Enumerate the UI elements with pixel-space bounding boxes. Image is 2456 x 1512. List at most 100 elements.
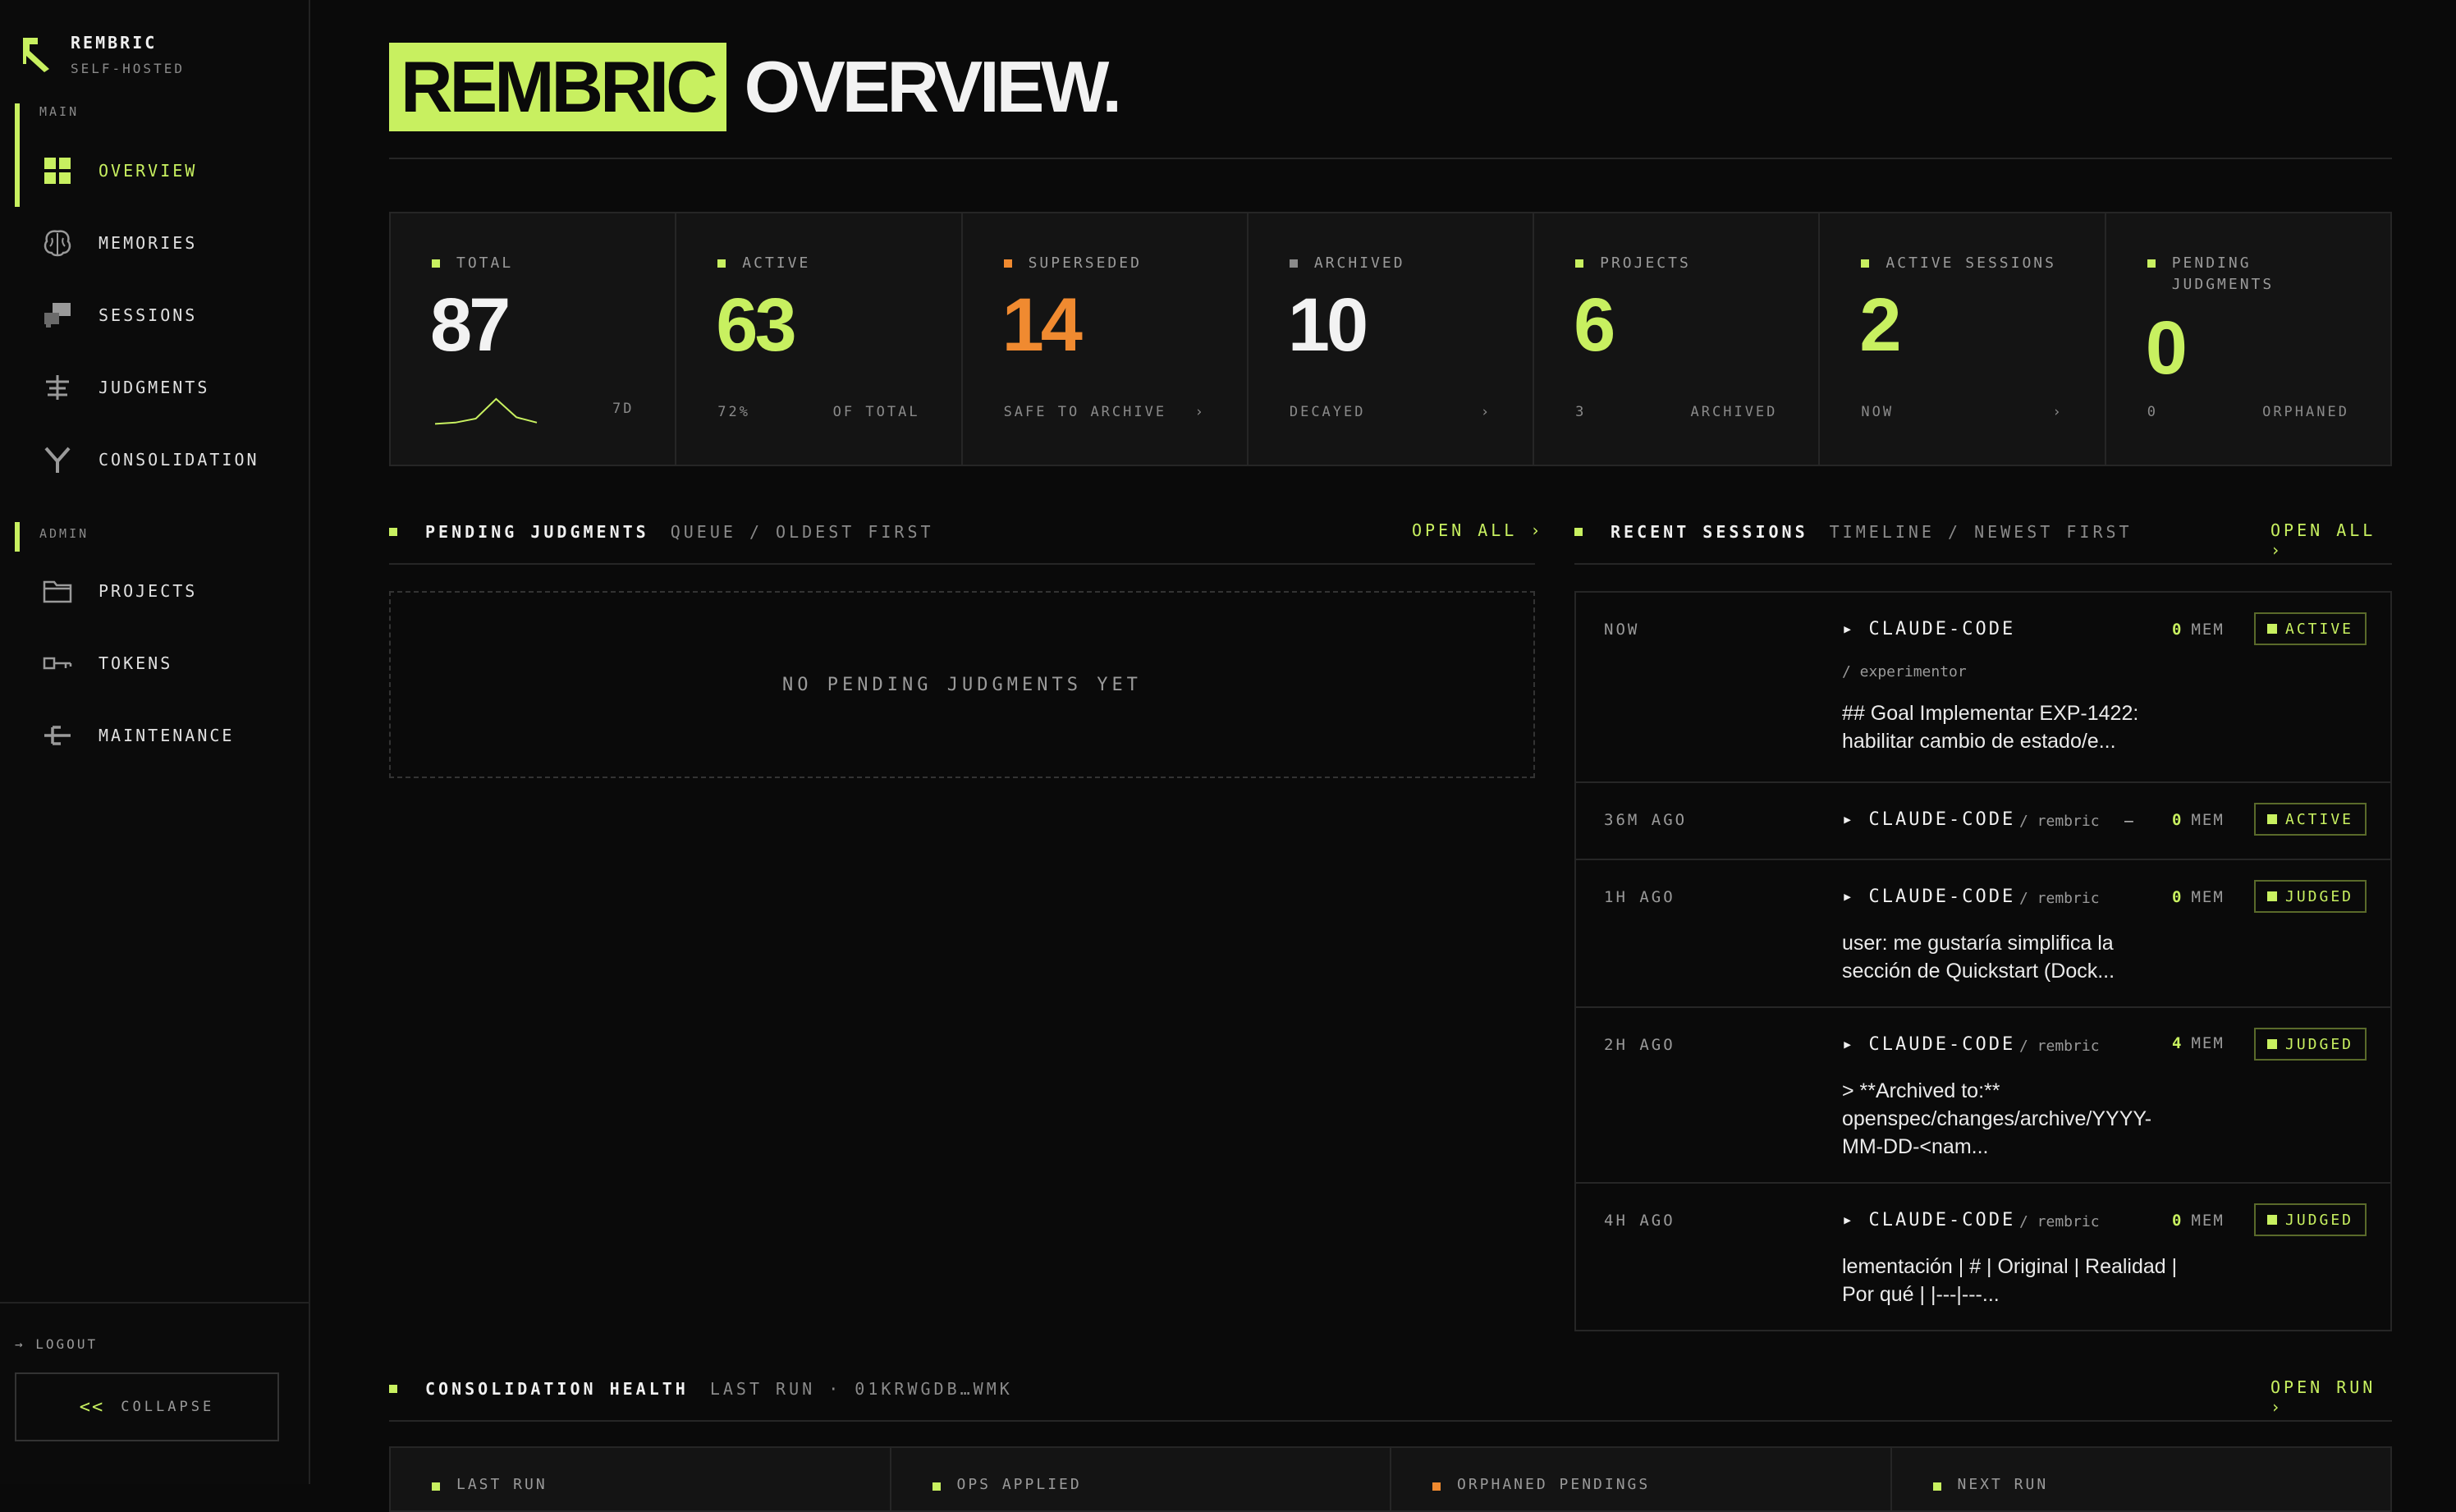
stat-card-total[interactable]: TOTAL 87 7D: [391, 213, 677, 465]
pending-judgments-header: PENDING JUDGMENTS QUEUE / OLDEST FIRST: [389, 522, 934, 542]
section-subtitle: QUEUE / OLDEST FIRST: [670, 522, 934, 542]
status-dot: [1003, 259, 1012, 268]
sidebar-item-sessions[interactable]: SESSIONS: [16, 289, 296, 341]
logout-link[interactable]: → LOGOUT: [15, 1336, 98, 1352]
rembric-logo-icon: [23, 38, 49, 72]
stat-card-active-sessions[interactable]: ACTIVE SESSIONS 2 NOW ›: [1820, 213, 2106, 465]
open-run-link[interactable]: OPEN RUN ›: [2270, 1377, 2392, 1417]
sidebar-item-label: SESSIONS: [99, 305, 198, 325]
pending-judgments-empty: NO PENDING JUDGMENTS YET: [389, 591, 1535, 778]
stat-value: 6: [1574, 283, 1615, 367]
card-orphaned-pendings[interactable]: ORPHANED PENDINGS: [1391, 1448, 1892, 1510]
sidebar-item-consolidation[interactable]: CONSOLIDATION: [16, 433, 296, 486]
divider: [389, 158, 2392, 159]
card-next-run[interactable]: NEXT RUN: [1892, 1448, 2391, 1510]
card-label: ORPHANED PENDINGS: [1457, 1476, 1651, 1493]
section-marker: [389, 528, 397, 536]
section-title: PENDING JUDGMENTS: [425, 522, 649, 542]
session-time: 2H AGO: [1604, 1036, 1675, 1054]
stat-card-projects[interactable]: PROJECTS 6 3 ARCHIVED: [1534, 213, 1821, 465]
collapse-label: COLLAPSE: [121, 1399, 215, 1415]
page-title: REMBRIC OVERVIEW.: [389, 43, 1122, 131]
stat-label: SUPERSEDED: [1028, 254, 1142, 272]
card-label: NEXT RUN: [1957, 1476, 2049, 1493]
chevron-right-icon: ›: [2052, 404, 2064, 420]
stat-foot-left: 3: [1575, 404, 1587, 420]
chevron-right-icon: ›: [1480, 404, 1492, 420]
consolidation-cards: LAST RUN OPS APPLIED ORPHANED PENDINGS N…: [389, 1446, 2392, 1512]
sidebar-item-judgments[interactable]: JUDGMENTS: [16, 361, 296, 414]
grid-icon: [41, 154, 74, 187]
status-badge: JUDGED: [2254, 1203, 2367, 1236]
open-all-judgments-link[interactable]: OPEN ALL ›: [1412, 520, 1543, 540]
stat-card-active[interactable]: ACTIVE 63 72% OF TOTAL: [676, 213, 963, 465]
sidebar-item-maintenance[interactable]: MAINTENANCE: [16, 709, 296, 762]
scales-icon: [41, 371, 74, 404]
session-row[interactable]: 36M AGO ▸ CLAUDE-CODE / rembric — 0 MEM A…: [1576, 783, 2390, 860]
status-dot: [1289, 259, 1298, 268]
stat-label: PROJECTS: [1600, 254, 1691, 272]
session-row[interactable]: NOW ▸ CLAUDE-CODE / experimentor 0 MEM AC…: [1576, 593, 2390, 783]
status-dot: [432, 259, 440, 268]
stat-foot-left: NOW: [1861, 404, 1895, 420]
recent-sessions-list: NOW ▸ CLAUDE-CODE / experimentor 0 MEM AC…: [1574, 591, 2392, 1331]
card-label: OPS APPLIED: [956, 1476, 1082, 1493]
stat-value: 63: [716, 283, 796, 367]
sidebar-item-projects[interactable]: PROJECTS: [16, 565, 296, 617]
sidebar-item-label: CONSOLIDATION: [99, 450, 259, 470]
status-dot: [1575, 259, 1584, 268]
sidebar: REMBRIC SELF-HOSTED MAIN OVERVIEW MEMORI…: [0, 0, 310, 1484]
session-row[interactable]: 2H AGO ▸ CLAUDE-CODE / rembric 4 MEM JUDG…: [1576, 1008, 2390, 1184]
session-project: / rembric: [2019, 890, 2100, 907]
stat-foot-left: DECAYED: [1289, 404, 1366, 420]
collapse-button[interactable]: << COLLAPSE: [15, 1372, 279, 1441]
card-ops-applied[interactable]: OPS APPLIED: [891, 1448, 1391, 1510]
section-subtitle: LAST RUN · 01KRWGDB…WMK: [709, 1379, 1013, 1399]
session-project: / experimentor: [1842, 663, 1967, 680]
consolidation-health-header: CONSOLIDATION HEALTH LAST RUN · 01KRWGDB…: [389, 1379, 1013, 1399]
stat-value: 10: [1287, 283, 1368, 367]
session-mem-count: 0 MEM: [2172, 1212, 2225, 1230]
status-badge: JUDGED: [2254, 880, 2367, 913]
stat-value: 2: [1859, 283, 1901, 367]
brand-subtitle: SELF-HOSTED: [71, 61, 185, 76]
section-subtitle: TIMELINE / NEWEST FIRST: [1829, 522, 2133, 542]
stat-value: 0: [2145, 306, 2188, 390]
sidebar-item-label: PROJECTS: [99, 581, 198, 601]
sidebar-footer: → LOGOUT << COLLAPSE: [0, 1302, 309, 1441]
section-marker: [1574, 528, 1583, 536]
card-last-run[interactable]: LAST RUN: [391, 1448, 891, 1510]
arrow-right-icon: →: [15, 1336, 25, 1352]
stat-foot-left: 0: [2147, 404, 2158, 420]
session-mem-count: 4 MEM: [2172, 1034, 2225, 1052]
open-all-sessions-link[interactable]: OPEN ALL ›: [2270, 520, 2392, 560]
sidebar-item-tokens[interactable]: TOKENS: [16, 637, 296, 690]
stat-card-archived[interactable]: ARCHIVED 10 DECAYED ›: [1249, 213, 1535, 465]
session-dash: —: [2124, 813, 2133, 830]
stat-foot-left: SAFE TO ARCHIVE: [1003, 404, 1167, 420]
session-summary: user: me gustaría simplifica la sección …: [1842, 932, 2115, 983]
session-agent: ▸ CLAUDE-CODE: [1842, 619, 2016, 639]
session-project: / rembric: [2019, 813, 2100, 830]
divider: [1574, 563, 2392, 565]
merge-icon: [41, 443, 74, 476]
session-summary: lementación | # | Original | Realidad | …: [1842, 1255, 2178, 1306]
sidebar-item-overview[interactable]: OVERVIEW: [16, 144, 296, 197]
session-row[interactable]: 4H AGO ▸ CLAUDE-CODE / rembric 0 MEM JUDG…: [1576, 1184, 2390, 1330]
session-mem-count: 0 MEM: [2172, 621, 2225, 639]
sidebar-item-memories[interactable]: MEMORIES: [16, 217, 296, 269]
session-project: / rembric: [2019, 1213, 2100, 1230]
section-title: RECENT SESSIONS: [1611, 522, 1808, 542]
stat-card-superseded[interactable]: SUPERSEDED 14 SAFE TO ARCHIVE ›: [963, 213, 1249, 465]
brand[interactable]: REMBRIC SELF-HOSTED: [21, 33, 185, 76]
wrench-icon: [41, 719, 74, 752]
status-badge: ACTIVE: [2254, 612, 2367, 645]
session-agent: ▸ CLAUDE-CODE: [1842, 887, 2016, 907]
session-row[interactable]: 1H AGO ▸ CLAUDE-CODE / rembric 0 MEM JUDG…: [1576, 860, 2390, 1008]
session-time: 36M AGO: [1604, 811, 1688, 829]
session-summary: ## Goal Implementar EXP-1422: habilitar …: [1842, 702, 2139, 753]
session-project: / rembric: [2019, 1038, 2100, 1055]
section-title: CONSOLIDATION HEALTH: [425, 1379, 689, 1399]
card-label: LAST RUN: [456, 1476, 548, 1493]
stat-card-pending-judgments[interactable]: PENDING JUDGMENTS 0 0 ORPHANED: [2106, 213, 2390, 465]
